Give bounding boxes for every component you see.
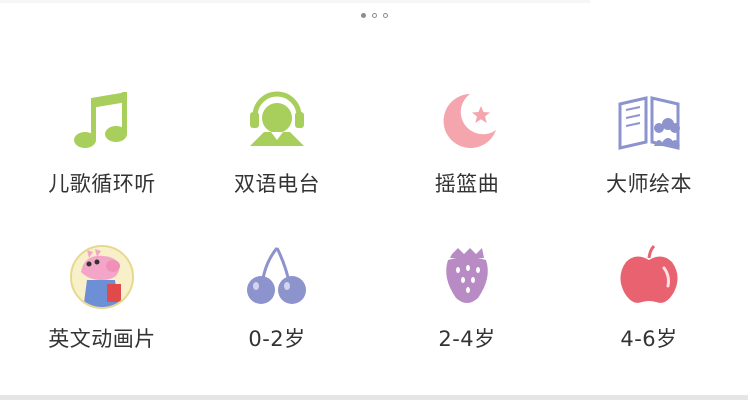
- music-note-icon: [69, 90, 135, 156]
- top-divider: [0, 0, 590, 3]
- category-age-4-6[interactable]: 4-6岁: [574, 244, 724, 351]
- category-label: 儿歌循环听: [48, 172, 156, 196]
- apple-icon: [616, 244, 682, 310]
- category-label: 0-2岁: [248, 327, 306, 351]
- open-book-icon: [616, 90, 682, 156]
- moon-star-icon: [434, 90, 500, 156]
- cherry-icon: [244, 244, 310, 310]
- category-nursery-rhymes[interactable]: 儿歌循环听: [27, 90, 177, 196]
- category-english-cartoons[interactable]: 英文动画片: [27, 244, 177, 351]
- category-master-picture-books[interactable]: 大师绘本: [574, 90, 724, 196]
- strawberry-icon: [434, 244, 500, 310]
- category-label: 摇篮曲: [434, 172, 500, 196]
- bottom-divider: [0, 395, 748, 400]
- category-label: 2-4岁: [438, 327, 496, 351]
- category-label: 双语电台: [234, 172, 320, 196]
- category-age-0-2[interactable]: 0-2岁: [202, 244, 352, 351]
- page-dot[interactable]: [372, 13, 377, 18]
- category-label: 大师绘本: [606, 172, 692, 196]
- category-label: 英文动画片: [48, 327, 156, 351]
- page-dot-active[interactable]: [361, 13, 366, 18]
- category-age-2-4[interactable]: 2-4岁: [392, 244, 542, 351]
- category-lullaby[interactable]: 摇篮曲: [392, 90, 542, 196]
- category-label: 4-6岁: [620, 327, 678, 351]
- category-bilingual-radio[interactable]: 双语电台: [202, 90, 352, 196]
- page-dot[interactable]: [383, 13, 388, 18]
- headphones-user-icon: [244, 90, 310, 156]
- category-page: 儿歌循环听 双语电台 摇篮曲 大师绘本 英文动画片 0-2岁 2-4岁 4-6岁: [0, 0, 748, 400]
- peppa-pig-avatar-icon: [69, 244, 135, 310]
- page-indicator: [361, 13, 388, 18]
